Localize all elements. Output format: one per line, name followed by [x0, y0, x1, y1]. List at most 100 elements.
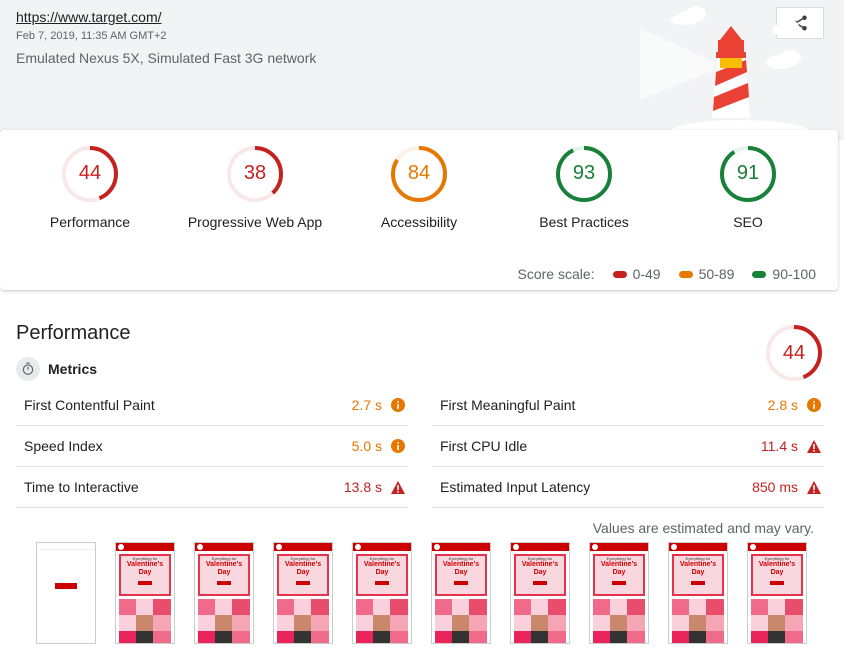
filmstrip-frame: Everything for Valentine's Day	[194, 542, 254, 644]
filmstrip-frame: Everything for Valentine's Day	[589, 542, 649, 644]
metric-name: Estimated Input Latency	[440, 479, 591, 495]
gauge-label: Performance	[49, 214, 131, 230]
metric-estimated-input-latency: Estimated Input Latency 850 ms	[432, 467, 824, 508]
metric-name: First Contentful Paint	[24, 397, 155, 413]
warning-triangle-icon	[391, 480, 405, 494]
banner-big-text: Valentine's Day	[363, 561, 401, 576]
metric-value: 11.4 s	[760, 438, 798, 454]
gauge-score: 91	[736, 162, 760, 184]
frame-tiles	[751, 599, 803, 643]
filmstrip-frame: Everything for Valentine's Day	[273, 542, 333, 644]
gauge-score: 44	[78, 162, 102, 184]
metric-value: 13.8 s	[343, 479, 382, 495]
banner-button	[454, 581, 468, 585]
metrics-header: Metrics	[16, 357, 97, 381]
frame-topbar	[432, 543, 490, 551]
banner-button	[770, 581, 784, 585]
filmstrip-frame: Everything for Valentine's Day	[747, 542, 807, 644]
gauge-score: 84	[407, 162, 431, 184]
report-environment: Emulated Nexus 5X, Simulated Fast 3G net…	[16, 50, 317, 66]
fail-pill-icon	[612, 270, 627, 278]
report-url-link[interactable]: https://www.target.com/	[16, 9, 162, 25]
score-range-label: 0-49	[632, 266, 661, 282]
frame-tiles	[672, 599, 724, 643]
frame-banner: Everything for Valentine's Day	[751, 554, 803, 596]
score-gauge-progressive-web-app[interactable]: 38 Progressive Web App	[175, 144, 335, 230]
frame-banner: Everything for Valentine's Day	[356, 554, 408, 596]
metric-time-to-interactive: Time to Interactive 13.8 s	[16, 467, 408, 508]
gauge-label: SEO	[733, 214, 763, 230]
gauge-label: Accessibility	[380, 214, 458, 230]
score-gauge-best-practices[interactable]: 93 Best Practices	[504, 144, 664, 230]
score-range-label: 50-89	[698, 266, 735, 282]
frame-topbar	[116, 543, 174, 551]
frame-topbar	[195, 543, 253, 551]
banner-big-text: Valentine's Day	[600, 561, 638, 576]
metric-first-contentful-paint: First Contentful Paint 2.7 s	[16, 385, 408, 426]
metric-value: 2.7 s	[351, 397, 382, 413]
report-date: Feb 7, 2019, 11:35 AM GMT+2	[16, 30, 167, 42]
metric-value: 2.8 s	[767, 397, 798, 413]
frame-topbar	[511, 543, 569, 551]
banner-button	[375, 581, 389, 585]
score-gauge-accessibility[interactable]: 84 Accessibility	[339, 144, 499, 230]
banner-button	[217, 581, 231, 585]
info-circle-icon	[807, 398, 821, 412]
metrics-disclaimer: Values are estimated and may vary.	[592, 520, 814, 536]
score-range-label: 90-100	[772, 266, 816, 282]
info-circle-icon	[391, 439, 405, 453]
filmstrip-frame: Everything for Valentine's Day	[431, 542, 491, 644]
stopwatch-icon	[16, 357, 40, 381]
info-circle-icon	[391, 398, 405, 412]
banner-big-text: Valentine's Day	[758, 561, 796, 576]
filmstrip-frame: Everything for Valentine's Day	[352, 542, 412, 644]
report-header: https://www.target.com/ Feb 7, 2019, 11:…	[0, 0, 844, 140]
filmstrip-frame	[36, 542, 96, 644]
frame-tiles	[435, 599, 487, 643]
pass-pill-icon	[752, 270, 767, 278]
warning-triangle-icon	[807, 439, 821, 453]
metric-speed-index: Speed Index 5.0 s	[16, 426, 408, 467]
frame-banner: Everything for Valentine's Day	[277, 554, 329, 596]
frame-tiles	[119, 599, 171, 643]
frame-tiles	[593, 599, 645, 643]
frame-banner: Everything for Valentine's Day	[514, 554, 566, 596]
performance-section-title: Performance	[16, 322, 131, 344]
metric-first-cpu-idle: First CPU Idle 11.4 s	[432, 426, 824, 467]
banner-big-text: Valentine's Day	[521, 561, 559, 576]
frame-topbar	[590, 543, 648, 551]
frame-tiles	[198, 599, 250, 643]
frame-banner: Everything for Valentine's Day	[435, 554, 487, 596]
gauge-label: Progressive Web App	[187, 214, 323, 230]
banner-big-text: Valentine's Day	[679, 561, 717, 576]
filmstrip-frame: Everything for Valentine's Day	[510, 542, 570, 644]
frame-topbar	[748, 543, 806, 551]
score-gauge-seo[interactable]: 91 SEO	[668, 144, 828, 230]
metric-value: 850 ms	[752, 479, 798, 495]
filmstrip-frame: Everything for Valentine's Day	[668, 542, 728, 644]
frame-tiles	[514, 599, 566, 643]
metric-name: First CPU Idle	[440, 438, 528, 454]
gauge-score: 38	[243, 162, 267, 184]
score-scale-average: 50-89	[678, 266, 735, 282]
average-pill-icon	[678, 270, 693, 278]
filmstrip-frame: Everything for Valentine's Day	[115, 542, 175, 644]
metric-name: Time to Interactive	[24, 479, 139, 495]
performance-gauge[interactable]: 44	[764, 323, 824, 383]
frame-topbar	[274, 543, 332, 551]
warning-triangle-icon	[807, 480, 821, 494]
frame-header	[37, 543, 95, 550]
score-scale-fail: 0-49	[612, 266, 661, 282]
lighthouse-logo	[640, 6, 810, 140]
frame-banner: Everything for Valentine's Day	[593, 554, 645, 596]
frame-banner: Everything for Valentine's Day	[119, 554, 171, 596]
gauge-label: Best Practices	[539, 214, 629, 230]
frame-tiles	[356, 599, 408, 643]
score-gauge-performance[interactable]: 44 Performance	[10, 144, 170, 230]
score-scale-label: Score scale:	[517, 266, 595, 282]
banner-big-text: Valentine's Day	[442, 561, 480, 576]
frame-banner: Everything for Valentine's Day	[198, 554, 250, 596]
metrics-label: Metrics	[48, 361, 98, 377]
loading-bar	[55, 583, 77, 589]
banner-big-text: Valentine's Day	[126, 561, 164, 576]
